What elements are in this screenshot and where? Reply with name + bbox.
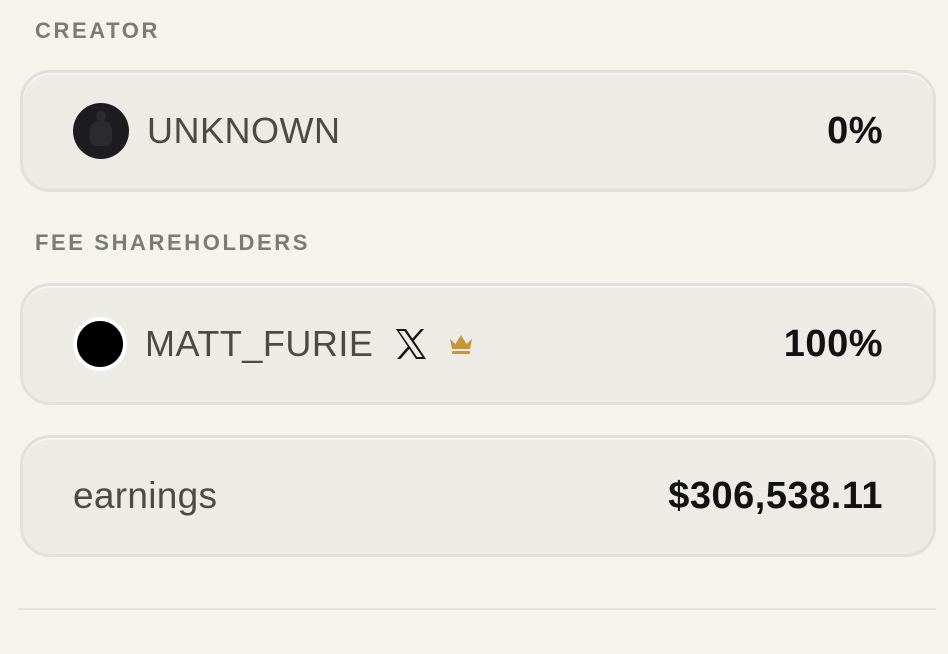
x-logo-icon[interactable] [393,326,429,362]
creator-section-label: CREATOR [35,18,160,43]
shareholder-name[interactable]: MATT_FURIE [145,323,373,365]
creator-card[interactable]: UNKNOWN 0% [20,70,936,192]
matt-furie-avatar [73,317,127,371]
earnings-label: earnings [73,475,218,516]
unknown-user-avatar [73,103,129,159]
fee-shareholders-section-label: FEE SHAREHOLDERS [35,230,311,255]
earnings-card: earnings $306,538.11 [20,435,936,557]
creator-name: UNKNOWN [147,110,341,151]
shareholder-card[interactable]: MATT_FURIE 100% [20,283,936,405]
creator-percent: 0% [827,109,883,152]
section-divider [18,608,936,610]
earnings-value: $306,538.11 [668,474,883,517]
shareholder-percent: 100% [783,322,883,365]
crown-icon [447,332,475,356]
